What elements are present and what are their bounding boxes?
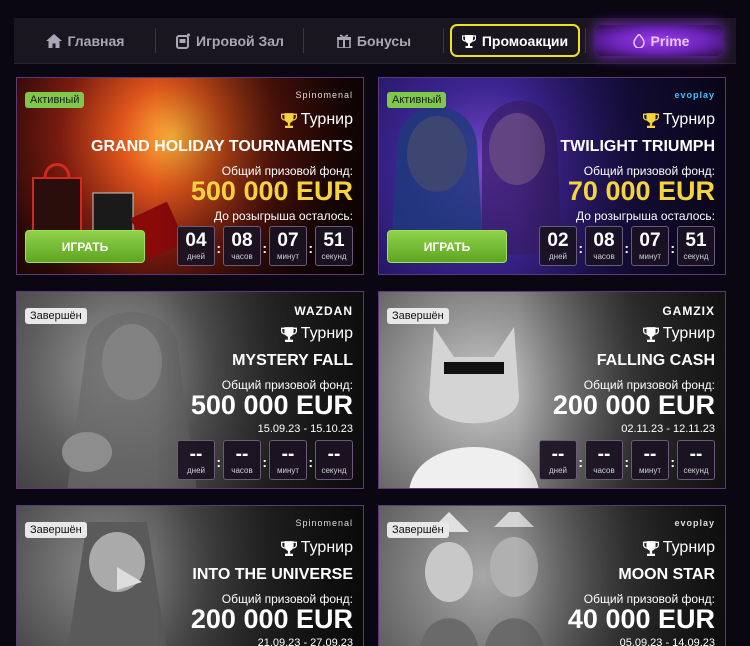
timer-days: 04 дней: (177, 226, 221, 266)
tournament-label: Турнир (642, 111, 715, 129)
timer-hours: 08 часов: (585, 226, 629, 266)
countdown-timer: 02 дней: 08 часов: 07 минут: 51 секунд (539, 226, 715, 266)
tournament-text: Турнир (300, 539, 353, 556)
prize-fund: 500 000 EUR (190, 390, 353, 420)
timer-minutes: 07 минут: (631, 226, 675, 266)
timer-hours: -- часов: (223, 440, 267, 480)
promo-card[interactable]: Активный evoplay Турнир TWILIGHT TRIUMPH… (378, 77, 726, 275)
tournament-text: Турнир (662, 325, 715, 342)
prize-fund: 200 000 EUR (552, 390, 715, 420)
tournament-title: FALLING CASH (596, 352, 715, 369)
trophy-icon (642, 327, 659, 342)
tournament-title: INTO THE UNIVERSE (192, 566, 353, 583)
tournament-dates: 05.09.23 - 14.09.23 (619, 637, 715, 646)
nav-home-label: Главная (67, 32, 125, 49)
nav-prime-label: Prime (650, 32, 690, 49)
timer-hours: -- часов: (585, 440, 629, 480)
provider-logo: WAZDAN (294, 304, 353, 318)
timer-days: -- дней: (539, 440, 583, 480)
timer-seconds: -- секунд (677, 440, 715, 480)
tournament-label: Турнир (280, 539, 353, 557)
play-button[interactable]: ИГРАТЬ (387, 230, 507, 263)
promo-card[interactable]: Завершён WAZDAN Турнир MYSTERY FALL Общи… (16, 291, 364, 489)
promo-card[interactable]: Активный Spinomenal Турнир GRAND HOLIDAY… (16, 77, 364, 275)
timer-seconds: 51 секунд (677, 226, 715, 266)
prize-fund: 40 000 EUR (567, 604, 715, 634)
trophy-icon (642, 541, 659, 556)
tournament-text: Турнир (300, 111, 353, 128)
tournament-text: Турнир (662, 539, 715, 556)
tournament-title: GRAND HOLIDAY TOURNAMENTS (91, 138, 353, 155)
tournament-label: Турнир (280, 325, 353, 343)
status-badge: Активный (25, 92, 85, 108)
timer-minutes: -- минут: (631, 440, 675, 480)
prize-fund: 500 000 EUR (190, 176, 353, 206)
nav-home[interactable]: Главная (14, 18, 156, 63)
nav-game-hall[interactable]: Игровой Зал (156, 18, 304, 63)
promo-card[interactable]: Завершён GAMZIX Турнир FALLING CASH Общи… (378, 291, 726, 489)
status-badge: Завершён (25, 522, 87, 538)
countdown-timer: -- дней: -- часов: -- минут: -- секунд (177, 440, 353, 480)
nav-bonuses-label: Бонусы (356, 32, 412, 49)
tournament-title: TWILIGHT TRIUMPH (560, 138, 715, 155)
tournament-text: Турнир (300, 325, 353, 342)
tournament-label: Турнир (642, 539, 715, 557)
provider-logo: evoplay (674, 518, 715, 528)
tournament-dates: 21.09.23 - 27.09.23 (257, 637, 353, 646)
provider-logo: evoplay (674, 90, 715, 100)
play-button[interactable]: ИГРАТЬ (25, 230, 145, 263)
tournament-label: Турнир (280, 111, 353, 129)
promo-card[interactable]: Завершён evoplay Турнир MOON STAR Общий … (378, 505, 726, 646)
timer-minutes: -- минут: (269, 440, 313, 480)
timer-seconds: -- секунд (315, 440, 353, 480)
provider-logo: Spinomenal (295, 518, 353, 528)
status-badge: Завершён (25, 308, 87, 324)
timer-days: -- дней: (177, 440, 221, 480)
promo-card[interactable]: Завершён Spinomenal Турнир INTO THE UNIV… (16, 505, 364, 646)
nav-promotions-label: Промоакции (481, 32, 569, 49)
tournament-dates: 02.11.23 - 12.11.23 (621, 423, 715, 435)
tournament-title: MYSTERY FALL (232, 352, 353, 369)
until-label: До розыгрыша осталось: (575, 209, 715, 223)
provider-logo: GAMZIX (662, 304, 715, 318)
tournament-dates: 15.09.23 - 15.10.23 (257, 423, 353, 435)
nav-bonuses[interactable]: Бонусы (304, 18, 444, 63)
tournament-label: Турнир (642, 325, 715, 343)
countdown-timer: 04 дней: 08 часов: 07 минут: 51 секунд (177, 226, 353, 266)
timer-minutes: 07 минут: (269, 226, 313, 266)
until-label: До розыгрыша осталось: (213, 209, 353, 223)
top-nav: Главная Игровой Зал Бонусы Промоакции Pr… (14, 18, 736, 64)
tournament-text: Турнир (662, 111, 715, 128)
prize-fund: 200 000 EUR (190, 604, 353, 634)
tournament-title: MOON STAR (618, 566, 715, 583)
diamond-icon (632, 33, 645, 48)
timer-hours: 08 часов: (223, 226, 267, 266)
status-badge: Завершён (387, 522, 449, 538)
slot-machine-icon (176, 33, 191, 49)
status-badge: Завершён (387, 308, 449, 324)
prize-fund: 70 000 EUR (567, 176, 715, 206)
timer-days: 02 дней: (539, 226, 583, 266)
gift-icon (336, 34, 351, 48)
home-icon (45, 33, 62, 48)
trophy-icon (642, 113, 659, 128)
countdown-timer: -- дней: -- часов: -- минут: -- секунд (539, 440, 715, 480)
nav-prime[interactable]: Prime (586, 18, 736, 63)
provider-logo: Spinomenal (295, 90, 353, 100)
trophy-icon (280, 113, 297, 128)
status-badge: Активный (387, 92, 447, 108)
trophy-icon (280, 327, 297, 342)
nav-game-hall-label: Игровой Зал (196, 32, 284, 49)
trophy-icon (280, 541, 297, 556)
trophy-icon (461, 34, 476, 48)
nav-promotions[interactable]: Промоакции (444, 18, 586, 63)
timer-seconds: 51 секунд (315, 226, 353, 266)
